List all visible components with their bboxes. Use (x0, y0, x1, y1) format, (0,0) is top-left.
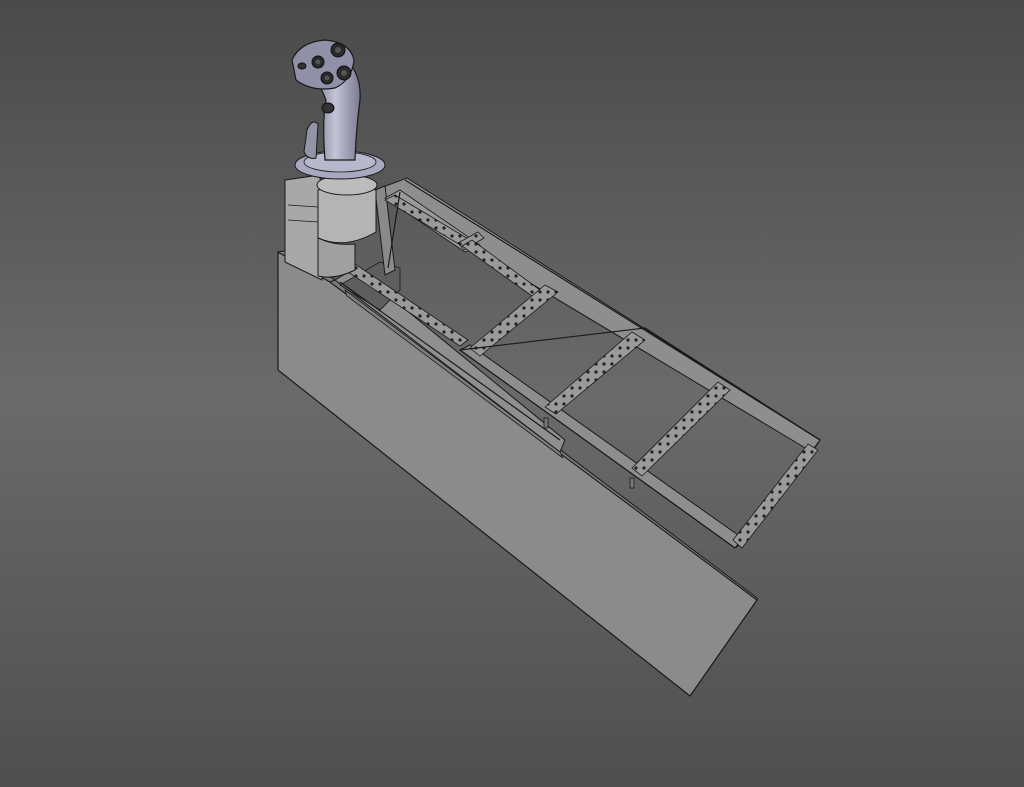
grip-button (321, 102, 335, 114)
pinky-button (297, 62, 307, 70)
hat-switch-top (330, 42, 346, 58)
hat-switch-right (336, 65, 352, 81)
hat-switch-bottom (320, 71, 334, 85)
joystick-grip (291, 39, 361, 161)
hat-switch-left (311, 55, 325, 69)
cad-viewport[interactable] (0, 0, 1024, 787)
perforated-crossbar-3 (469, 284, 559, 357)
perforated-crossbar-5 (631, 381, 731, 477)
perforated-end-bar (732, 443, 819, 549)
perforated-crossbar-4 (544, 331, 646, 415)
joystick-mount (284, 174, 378, 281)
cad-model (276, 39, 821, 697)
